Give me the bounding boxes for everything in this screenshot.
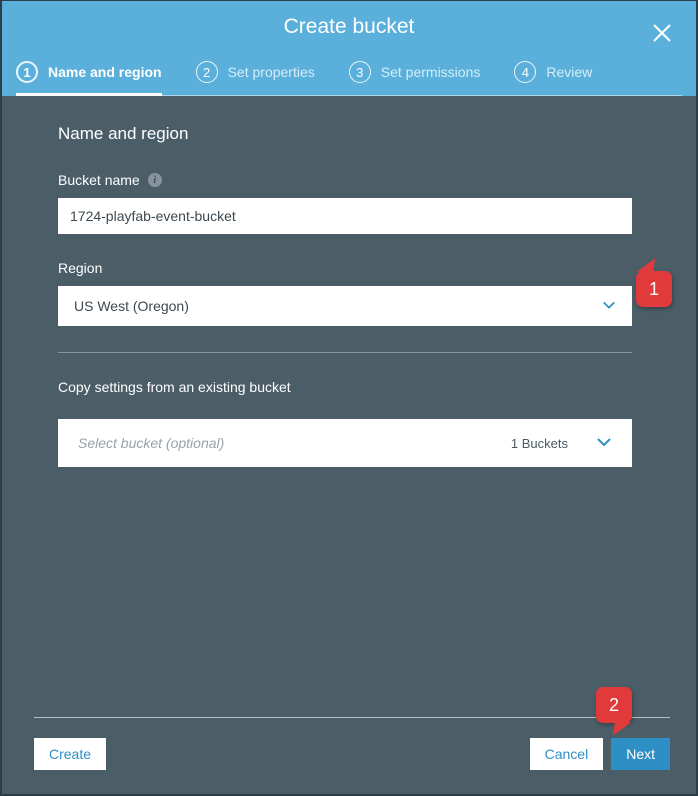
divider [58,352,632,353]
wizard-steps: 1 Name and region 2 Set properties 3 Set… [2,61,696,95]
select-right: 1 Buckets [511,434,612,453]
modal-footer: Create Cancel Next [34,717,670,794]
copy-bucket-placeholder: Select bucket (optional) [78,435,224,451]
chevron-down-icon [602,298,616,315]
step-name-and-region[interactable]: 1 Name and region [16,61,162,95]
bucket-count: 1 Buckets [511,436,568,451]
bucket-name-field: Bucket name i [58,172,656,234]
step-number: 1 [16,61,38,83]
region-value: US West (Oregon) [74,298,189,314]
section-title: Name and region [58,124,656,144]
cancel-button[interactable]: Cancel [530,738,604,770]
region-field: Region US West (Oregon) [58,260,656,326]
modal-title: Create bucket [2,15,696,39]
annotation-callout-1: 1 [636,271,672,307]
bucket-name-input[interactable] [58,198,632,234]
next-button[interactable]: Next [611,738,670,770]
modal-content: Name and region Bucket name i Region US … [2,96,696,717]
bucket-name-label: Bucket name i [58,172,656,188]
annotation-callout-2: 2 [596,687,632,723]
close-icon [652,30,672,47]
step-label: Set permissions [381,64,481,80]
label-text: Bucket name [58,172,140,188]
copy-bucket-select[interactable]: Select bucket (optional) 1 Buckets [58,419,632,467]
info-icon[interactable]: i [148,173,162,187]
step-number: 3 [349,61,371,83]
step-set-permissions[interactable]: 3 Set permissions [349,61,481,95]
step-label: Set properties [228,64,315,80]
chevron-down-icon [596,434,612,453]
footer-right: Cancel Next [530,738,670,770]
step-number: 2 [196,61,218,83]
step-set-properties[interactable]: 2 Set properties [196,61,315,95]
region-select[interactable]: US West (Oregon) [58,286,632,326]
step-review[interactable]: 4 Review [514,61,592,95]
step-label: Name and region [48,64,162,80]
create-button[interactable]: Create [34,738,106,770]
modal-header: Create bucket 1 Name and region 2 Set pr… [2,1,696,96]
region-label: Region [58,260,656,276]
close-button[interactable] [652,23,672,48]
step-label: Review [546,64,592,80]
create-bucket-modal: Create bucket 1 Name and region 2 Set pr… [2,1,696,794]
copy-settings-label: Copy settings from an existing bucket [58,379,656,395]
step-number: 4 [514,61,536,83]
copy-settings-field: Copy settings from an existing bucket Se… [58,379,656,467]
